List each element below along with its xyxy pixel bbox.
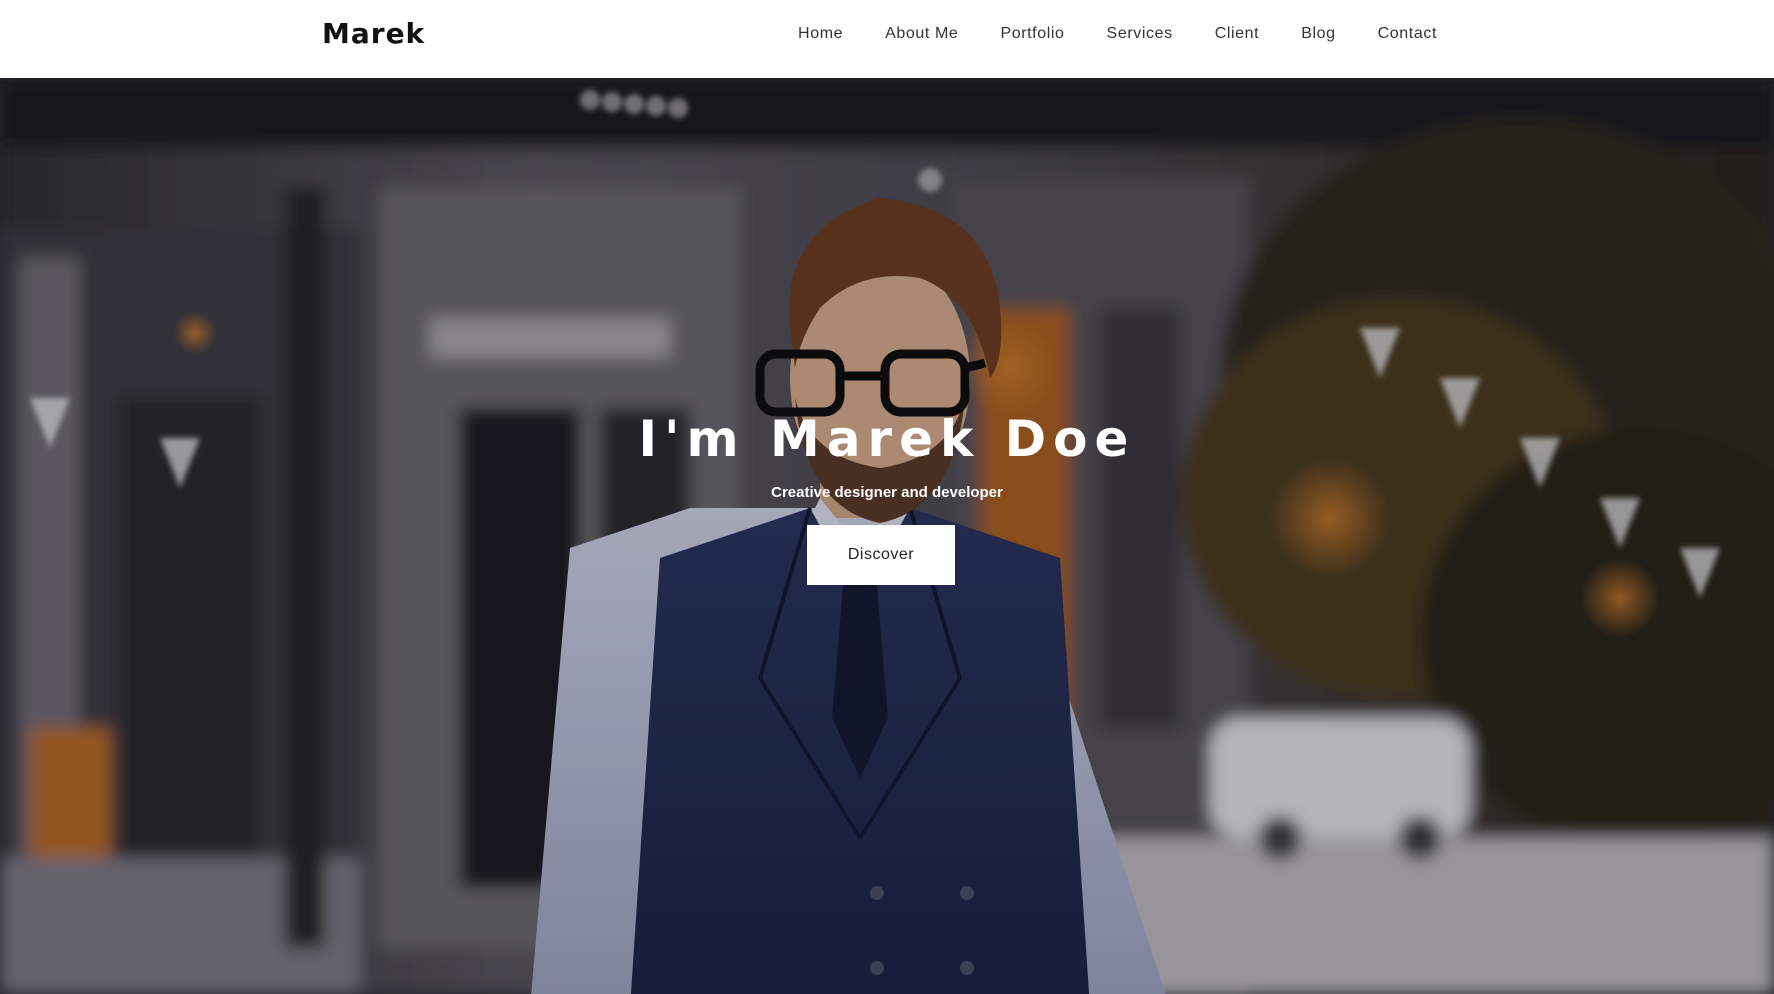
- nav-item-portfolio[interactable]: Portfolio: [1000, 25, 1064, 43]
- hero-subtitle: Creative designer and developer: [771, 484, 1003, 501]
- navbar: Marek Home About Me Portfolio Services C…: [0, 0, 1774, 78]
- nav-item-blog[interactable]: Blog: [1301, 25, 1335, 43]
- hero-title: I'm Marek Doe: [638, 410, 1136, 468]
- nav-item-home[interactable]: Home: [798, 25, 843, 43]
- nav-item-contact[interactable]: Contact: [1378, 25, 1437, 43]
- nav-item-about-me[interactable]: About Me: [885, 25, 958, 43]
- discover-button[interactable]: Discover: [807, 525, 955, 585]
- nav-item-services[interactable]: Services: [1107, 25, 1173, 43]
- nav-item-client[interactable]: Client: [1215, 25, 1260, 43]
- hero-section: I'm Marek Doe Creative designer and deve…: [0, 78, 1774, 994]
- site-logo[interactable]: Marek: [322, 17, 425, 50]
- main-nav: Home About Me Portfolio Services Client …: [798, 0, 1437, 68]
